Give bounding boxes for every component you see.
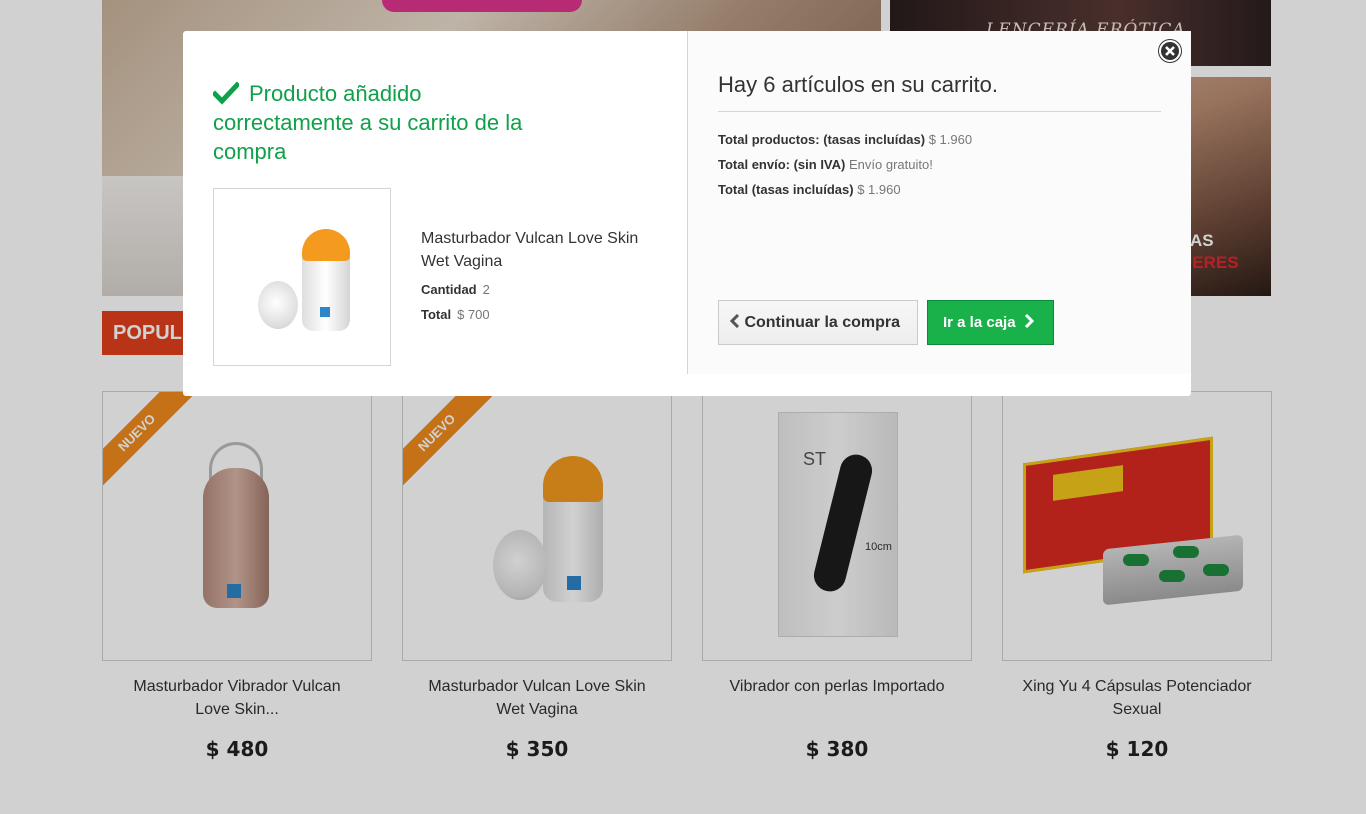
cart-shipping-total: Total envío: (sin IVA) Envío gratuito! <box>718 157 933 172</box>
check-icon <box>213 81 239 105</box>
cart-products-total: Total productos: (tasas incluídas) $ 1.9… <box>718 132 973 147</box>
close-icon <box>1165 46 1175 56</box>
cart-count-title: Hay 6 artículos en su carrito. <box>718 72 999 97</box>
modal-product-total: Total $ 700 <box>421 307 490 322</box>
continue-shopping-button[interactable]: Continuar la compra <box>718 300 918 345</box>
modal-cart-panel: Hay 6 artículos en su carrito. Total pro… <box>688 31 1191 374</box>
success-message: Producto añadido correctamente a su carr… <box>213 81 523 164</box>
cart-modal: Producto añadido correctamente a su carr… <box>183 31 1191 396</box>
modal-product-name: Masturbador Vulcan Love Skin Wet Vagina <box>421 230 639 270</box>
product-thumbnail <box>213 188 391 366</box>
chevron-right-icon <box>1024 314 1034 328</box>
chevron-left-icon <box>730 314 740 328</box>
close-button[interactable] <box>1159 40 1181 62</box>
checkout-button[interactable]: Ir a la caja <box>927 300 1054 345</box>
cart-grand-total: Total (tasas incluídas) $ 1.960 <box>718 182 901 197</box>
modal-product-panel: Producto añadido correctamente a su carr… <box>183 31 688 374</box>
continue-shopping-label: Continuar la compra <box>744 314 901 331</box>
checkout-label: Ir a la caja <box>943 314 1016 331</box>
modal-quantity: Cantidad 2 <box>421 282 490 297</box>
divider <box>718 111 1161 112</box>
